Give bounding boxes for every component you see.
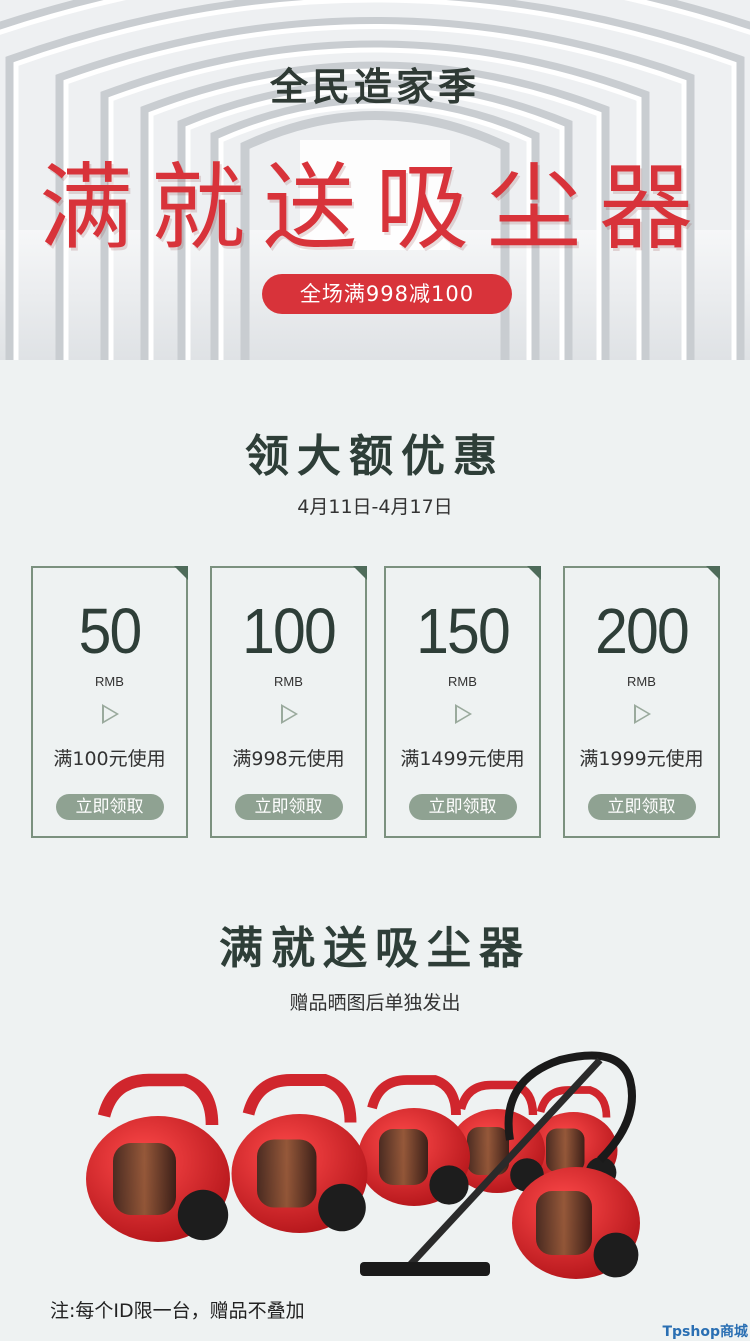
corner-triangle-icon [174, 566, 188, 580]
coupon-currency: RMB [274, 674, 303, 689]
coupon-card[interactable]: 200 RMB 满1999元使用 立即领取 [563, 566, 720, 838]
coupon-card[interactable]: 100 RMB 满998元使用 立即领取 [210, 566, 367, 838]
coupon-currency: RMB [448, 674, 477, 689]
site-watermark: Tpshop商城 [662, 1324, 748, 1340]
coupon-condition: 满1999元使用 [579, 748, 704, 770]
banner-headline: 满就送吸尘器 [38, 154, 711, 263]
play-arrow-icon [633, 704, 651, 724]
coupon-condition: 满100元使用 [53, 748, 166, 770]
gift-limit-note: 注:每个ID限一台，赠品不叠加 [50, 1300, 305, 1322]
coupon-currency: RMB [627, 674, 656, 689]
corner-triangle-icon [353, 566, 367, 580]
claim-coupon-button[interactable]: 立即领取 [408, 794, 517, 820]
coupon-card[interactable]: 150 RMB 满1499元使用 立即领取 [384, 566, 541, 838]
coupons-section-title: 领大额优惠 [245, 431, 505, 482]
corner-triangle-icon [706, 566, 720, 580]
gift-section-subtitle: 赠品晒图后单独发出 [289, 992, 461, 1014]
claim-coupon-button[interactable]: 立即领取 [587, 794, 696, 820]
claim-coupon-button[interactable]: 立即领取 [55, 794, 164, 820]
promo-badge: 全场满998减100 [262, 274, 512, 314]
vacuum-cleaner-illustration [86, 1051, 640, 1279]
coupon-condition: 满998元使用 [232, 748, 345, 770]
play-arrow-icon [280, 704, 298, 724]
corner-triangle-icon [527, 566, 541, 580]
claim-coupon-button[interactable]: 立即领取 [234, 794, 343, 820]
coupon-currency: RMB [95, 674, 124, 689]
coupon-amount: 200 [595, 595, 690, 667]
play-arrow-icon [454, 704, 472, 724]
coupons-date-range: 4月11日-4月17日 [297, 496, 453, 518]
coupon-amount: 150 [416, 595, 511, 667]
coupon-card[interactable]: 50 RMB 满100元使用 立即领取 [31, 566, 188, 838]
hero-banner: 全民造家季 满就送吸尘器 全场满998减100 [0, 0, 750, 360]
gift-section-title: 满就送吸尘器 [219, 923, 531, 974]
event-name-logo: 全民造家季 [269, 65, 480, 109]
play-arrow-icon [101, 704, 119, 724]
coupon-amount: 100 [242, 595, 337, 667]
vacuum-cleaner-product-image [80, 1040, 680, 1290]
coupon-amount: 50 [78, 595, 143, 667]
coupon-condition: 满1499元使用 [400, 748, 525, 770]
